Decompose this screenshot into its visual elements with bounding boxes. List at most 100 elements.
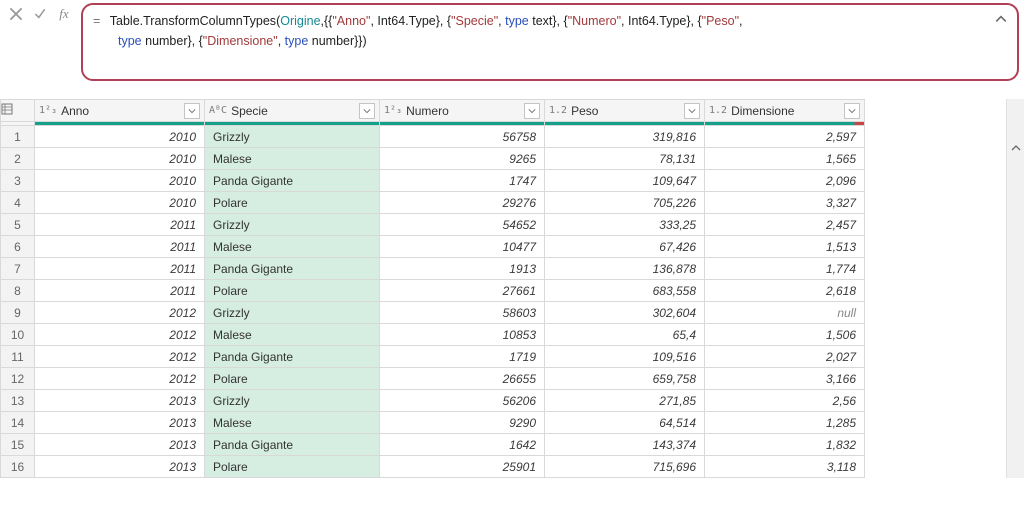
row-number[interactable]: 16	[1, 456, 35, 478]
row-number[interactable]: 6	[1, 236, 35, 258]
cell-numero[interactable]: 1719	[380, 346, 545, 368]
cell-dim[interactable]: 1,513	[705, 236, 865, 258]
cell-specie[interactable]: Malese	[205, 412, 380, 434]
table-corner[interactable]	[1, 100, 35, 122]
cell-anno[interactable]: 2013	[35, 390, 205, 412]
cell-specie[interactable]: Grizzly	[205, 126, 380, 148]
cell-anno[interactable]: 2013	[35, 456, 205, 478]
column-filter-icon[interactable]	[684, 103, 700, 119]
cell-peso[interactable]: 136,878	[545, 258, 705, 280]
table-row[interactable]: 102012Malese1085365,41,506	[1, 324, 865, 346]
cell-numero[interactable]: 9290	[380, 412, 545, 434]
row-number[interactable]: 3	[1, 170, 35, 192]
cell-numero[interactable]: 54652	[380, 214, 545, 236]
column-header-numero[interactable]: 1²₃Numero	[380, 100, 545, 122]
cell-anno[interactable]: 2011	[35, 280, 205, 302]
table-row[interactable]: 62011Malese1047767,4261,513	[1, 236, 865, 258]
cell-specie[interactable]: Polare	[205, 456, 380, 478]
cell-numero[interactable]: 10477	[380, 236, 545, 258]
column-filter-icon[interactable]	[524, 103, 540, 119]
cell-numero[interactable]: 58603	[380, 302, 545, 324]
cell-numero[interactable]: 26655	[380, 368, 545, 390]
cell-peso[interactable]: 683,558	[545, 280, 705, 302]
cell-numero[interactable]: 25901	[380, 456, 545, 478]
cell-anno[interactable]: 2011	[35, 258, 205, 280]
cell-specie[interactable]: Malese	[205, 148, 380, 170]
cell-dim[interactable]: 3,327	[705, 192, 865, 214]
cell-specie[interactable]: Panda Gigante	[205, 434, 380, 456]
cell-peso[interactable]: 271,85	[545, 390, 705, 412]
cell-anno[interactable]: 2011	[35, 236, 205, 258]
formula-editor[interactable]: = Table.TransformColumnTypes(Origine,{{"…	[81, 3, 1019, 81]
cell-dim[interactable]: 2,457	[705, 214, 865, 236]
cell-anno[interactable]: 2012	[35, 368, 205, 390]
cell-peso[interactable]: 333,25	[545, 214, 705, 236]
cell-anno[interactable]: 2010	[35, 126, 205, 148]
cell-anno[interactable]: 2010	[35, 148, 205, 170]
cell-peso[interactable]: 109,647	[545, 170, 705, 192]
row-number[interactable]: 12	[1, 368, 35, 390]
cell-specie[interactable]: Malese	[205, 324, 380, 346]
cell-numero[interactable]: 1642	[380, 434, 545, 456]
cell-peso[interactable]: 302,604	[545, 302, 705, 324]
table-row[interactable]: 122012Polare26655659,7583,166	[1, 368, 865, 390]
cell-peso[interactable]: 109,516	[545, 346, 705, 368]
cell-peso[interactable]: 143,374	[545, 434, 705, 456]
cell-peso[interactable]: 64,514	[545, 412, 705, 434]
cell-peso[interactable]: 715,696	[545, 456, 705, 478]
table-row[interactable]: 132013Grizzly56206271,852,56	[1, 390, 865, 412]
column-filter-icon[interactable]	[184, 103, 200, 119]
row-number[interactable]: 8	[1, 280, 35, 302]
cell-peso[interactable]: 659,758	[545, 368, 705, 390]
cell-peso[interactable]: 705,226	[545, 192, 705, 214]
cell-peso[interactable]: 78,131	[545, 148, 705, 170]
cell-dim[interactable]: 1,565	[705, 148, 865, 170]
cell-anno[interactable]: 2010	[35, 192, 205, 214]
vertical-scrollbar[interactable]	[1006, 99, 1024, 478]
cell-anno[interactable]: 2012	[35, 346, 205, 368]
cell-specie[interactable]: Panda Gigante	[205, 170, 380, 192]
cell-numero[interactable]: 1747	[380, 170, 545, 192]
row-number[interactable]: 15	[1, 434, 35, 456]
table-row[interactable]: 162013Polare25901715,6963,118	[1, 456, 865, 478]
row-number[interactable]: 4	[1, 192, 35, 214]
cell-specie[interactable]: Polare	[205, 280, 380, 302]
column-header-specie[interactable]: AᴮCSpecie	[205, 100, 380, 122]
cell-specie[interactable]: Polare	[205, 192, 380, 214]
cell-dim[interactable]: 1,506	[705, 324, 865, 346]
cell-specie[interactable]: Grizzly	[205, 302, 380, 324]
cell-dim[interactable]: 3,166	[705, 368, 865, 390]
collapse-formula-icon[interactable]	[993, 11, 1009, 27]
table-row[interactable]: 22010Malese926578,1311,565	[1, 148, 865, 170]
row-number[interactable]: 13	[1, 390, 35, 412]
cell-peso[interactable]: 67,426	[545, 236, 705, 258]
cell-numero[interactable]: 56758	[380, 126, 545, 148]
cell-dim[interactable]: 1,774	[705, 258, 865, 280]
fx-icon[interactable]: fx	[57, 6, 71, 22]
cell-dim[interactable]: 1,285	[705, 412, 865, 434]
cell-anno[interactable]: 2011	[35, 214, 205, 236]
cell-dim[interactable]: 2,618	[705, 280, 865, 302]
column-header-anno[interactable]: 1²₃Anno	[35, 100, 205, 122]
cancel-icon[interactable]	[9, 6, 23, 22]
cell-numero[interactable]: 56206	[380, 390, 545, 412]
cell-numero[interactable]: 10853	[380, 324, 545, 346]
table-row[interactable]: 32010Panda Gigante1747109,6472,096	[1, 170, 865, 192]
table-row[interactable]: 112012Panda Gigante1719109,5162,027	[1, 346, 865, 368]
cell-numero[interactable]: 29276	[380, 192, 545, 214]
row-number[interactable]: 2	[1, 148, 35, 170]
cell-specie[interactable]: Polare	[205, 368, 380, 390]
cell-specie[interactable]: Malese	[205, 236, 380, 258]
cell-anno[interactable]: 2010	[35, 170, 205, 192]
column-header-dim[interactable]: 1.2Dimensione	[705, 100, 865, 122]
table-row[interactable]: 12010Grizzly56758319,8162,597	[1, 126, 865, 148]
cell-anno[interactable]: 2012	[35, 302, 205, 324]
column-filter-icon[interactable]	[844, 103, 860, 119]
cell-numero[interactable]: 27661	[380, 280, 545, 302]
row-number[interactable]: 10	[1, 324, 35, 346]
table-row[interactable]: 42010Polare29276705,2263,327	[1, 192, 865, 214]
row-number[interactable]: 11	[1, 346, 35, 368]
table-row[interactable]: 52011Grizzly54652333,252,457	[1, 214, 865, 236]
table-row[interactable]: 72011Panda Gigante1913136,8781,774	[1, 258, 865, 280]
cell-numero[interactable]: 9265	[380, 148, 545, 170]
